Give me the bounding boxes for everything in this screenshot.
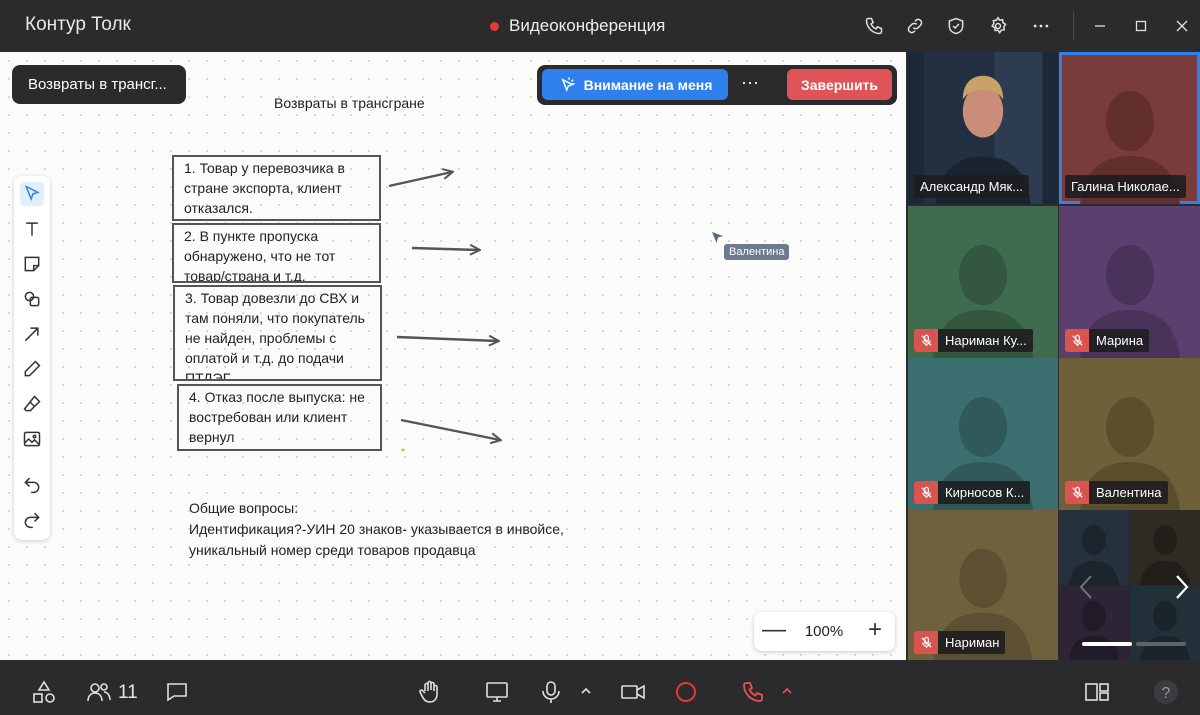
participant-tile-1[interactable]: Александр Мяк... [908,52,1058,204]
participant-name: Галина Николае... [1071,179,1180,194]
recording-indicator [490,21,499,31]
chat-icon[interactable] [163,678,191,706]
arrow-icon[interactable] [20,322,44,346]
note-3[interactable]: 3. Товар довезли до СВХ и там поняли, чт… [173,285,382,381]
board-arrows [388,52,906,452]
select-icon[interactable] [20,182,44,206]
participant-name: Нариман [945,635,1000,650]
text-icon[interactable] [20,217,44,241]
participant-name: Кирносов К... [945,485,1025,500]
sticky-note-icon[interactable] [20,252,44,276]
participant-name: Валентина [1096,485,1162,500]
participant-name-tag: Марина [1065,329,1150,352]
layout-icon[interactable] [1083,678,1111,706]
participant-name-tag: Кирносов К... [914,481,1031,504]
arrow-3 [396,337,498,341]
app-title: Контур Толк [25,14,131,35]
remote-cursor-icon [712,232,723,243]
maximize-icon[interactable] [1129,14,1153,38]
board-name-button[interactable]: Возвраты в трансг... [12,65,186,104]
participant-name-tag: Нариман [914,631,1006,654]
whiteboard-canvas[interactable]: Возвраты в трансг... Возвраты в трансгра… [0,52,906,660]
image-icon[interactable] [20,427,44,451]
microphone-options-icon[interactable] [579,684,593,698]
arrow-2 [411,248,479,250]
presenter-actions: Внимание на меня ··· Завершить [537,65,897,105]
participant-name: Нариман Ку... [945,333,1027,348]
redo-icon[interactable] [20,507,44,531]
microphone-icon[interactable] [537,678,565,706]
call-options-icon[interactable] [780,684,794,698]
participant-name: Александр Мяк... [920,179,1024,194]
bottom-control-bar: 11 ? [0,660,1200,715]
phone-icon[interactable] [862,14,886,38]
more-icon[interactable] [1029,14,1053,38]
screen-share-icon[interactable] [483,678,511,706]
page-indicator-active [1082,642,1132,646]
conference-title-text: Видеоконференция [509,16,666,35]
participant-count: 11 [118,682,138,703]
arrow-1 [388,172,452,188]
mic-off-icon [914,329,938,352]
note-4[interactable]: 4. Отказ после выпуска: не востребован и… [177,384,382,451]
finish-button[interactable]: Завершить [787,69,892,100]
mic-off-icon [1065,481,1089,504]
titlebar-divider [1073,12,1074,40]
attention-button[interactable]: Внимание на меня [542,69,728,100]
canvas-dot [401,448,405,452]
raise-hand-icon[interactable] [416,678,444,706]
zoom-in-button[interactable]: + [864,618,886,642]
note-1[interactable]: 1. Товар у перевозчика в стране экспорта… [172,155,381,221]
participant-tile-2[interactable]: Галина Николае... [1059,52,1200,204]
zoom-out-button[interactable]: — [762,618,786,642]
attention-label: Внимание на меня [583,76,713,93]
eraser-icon[interactable] [20,392,44,416]
conference-title: Видеоконференция [490,16,665,36]
page-indicator [1136,642,1186,646]
camera-icon[interactable] [619,678,647,706]
gear-icon[interactable] [986,14,1010,38]
mic-off-icon [914,481,938,504]
close-icon[interactable] [1170,14,1194,38]
participant-name-tag: Нариман Ку... [914,329,1033,352]
link-icon[interactable] [903,14,927,38]
presenter-more-button[interactable]: ··· [738,73,762,97]
participant-tile-5[interactable]: Кирносов К... [908,358,1058,510]
shapes-icon[interactable] [20,287,44,311]
mic-off-icon [1065,329,1089,352]
arrow-4 [400,418,500,440]
participant-name: Марина [1096,333,1144,348]
help-icon[interactable]: ? [1152,678,1180,706]
shapes-menu-icon[interactable] [30,678,58,706]
participant-name-tag: Валентина [1065,481,1168,504]
note-2[interactable]: 2. В пункте пропуска обнаружено, что не … [172,223,381,283]
participant-tile-7[interactable]: Нариман [908,510,1058,660]
hang-up-icon[interactable] [739,678,767,706]
record-icon[interactable] [672,678,700,706]
next-page-icon[interactable] [1172,573,1192,601]
participant-name-tag: Александр Мяк... [914,175,1030,198]
participant-tile-3[interactable]: Нариман Ку... [908,206,1058,358]
previous-page-icon[interactable] [1076,573,1096,601]
shield-check-icon[interactable] [944,14,968,38]
svg-text:?: ? [1162,685,1171,702]
mic-off-icon [914,631,938,654]
participant-tile-4[interactable]: Марина [1059,206,1200,358]
pointer-sparkle-icon [561,77,575,92]
participant-tile-6[interactable]: Валентина [1059,358,1200,510]
title-bar: Контур Толк Видеоконференция [0,0,1200,52]
drawing-toolbar [14,176,50,540]
zoom-control: — 100% + [754,612,895,651]
participants-icon[interactable] [85,678,113,706]
minimize-icon[interactable] [1088,14,1112,38]
board-heading: Возвраты в трансгране [274,95,425,111]
pen-icon[interactable] [20,357,44,381]
general-questions-text[interactable]: Общие вопросы: Идентификация?-УИН 20 зна… [189,498,564,561]
undo-icon[interactable] [20,472,44,496]
zoom-level: 100% [804,623,844,640]
participant-name-tag: Галина Николае... [1065,175,1186,198]
remote-cursor-label: Валентина [724,244,790,260]
